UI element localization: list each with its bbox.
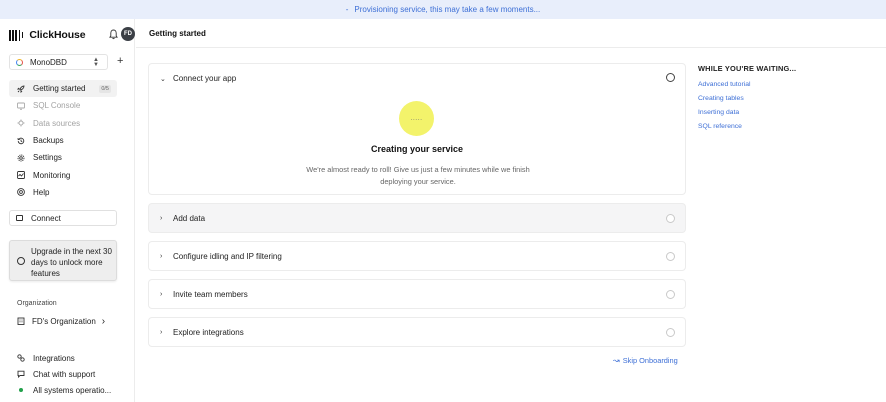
step-invite-team[interactable]: › Invite team members: [148, 279, 686, 309]
banner-dash: -: [345, 5, 349, 14]
main-content: Getting started ⌄ Connect your app .....…: [136, 19, 886, 402]
organization-name: FD's Organization: [32, 316, 96, 326]
chevron-up-down-icon: ▲ ▼: [93, 57, 99, 68]
system-status-link[interactable]: All systems operatio...: [9, 382, 129, 398]
inserting-data-link[interactable]: Inserting data: [698, 108, 848, 122]
connect-button[interactable]: Connect: [9, 210, 117, 226]
gear-icon: [17, 154, 25, 162]
step-status-radio: [666, 252, 675, 261]
step-status-radio: [666, 73, 675, 82]
integrations-icon: [17, 354, 25, 362]
sidebar-item-label: Backups: [33, 136, 64, 146]
sidebar-item-monitoring[interactable]: Monitoring: [9, 166, 117, 183]
step-title: Connect your app: [173, 74, 237, 83]
creating-service-title: Creating your service: [370, 144, 464, 154]
sidebar-item-label: SQL Console: [33, 101, 81, 111]
service-name: MonoDBD: [30, 57, 67, 67]
step-header[interactable]: › Add data: [149, 204, 685, 233]
upgrade-notice[interactable]: Upgrade in the next 30 days to unlock mo…: [9, 240, 117, 281]
provisioning-banner: - Provisioning service, this may take a …: [0, 0, 886, 19]
service-selector[interactable]: MonoDBD ▲ ▼: [9, 54, 108, 70]
connect-label: Connect: [31, 213, 61, 223]
building-icon: [17, 317, 25, 325]
step-add-data[interactable]: › Add data: [148, 203, 686, 233]
clickhouse-logo-icon: [9, 29, 24, 41]
chevron-down-icon: ⌄: [160, 75, 166, 83]
step-status-radio: [666, 214, 675, 223]
creating-service-description: We're almost ready to roll! Give us just…: [306, 165, 530, 186]
chevron-right-icon: ›: [101, 315, 106, 327]
upgrade-text: Upgrade in the next 30 days to unlock mo…: [31, 247, 112, 278]
chevron-right-icon: ›: [160, 253, 163, 260]
connect-icon: [16, 215, 23, 221]
brand-logo[interactable]: ClickHouse FD: [9, 27, 135, 43]
step-header[interactable]: › Configure idling and IP filtering: [149, 242, 685, 271]
sidebar-footer: Integrations Chat with support All syste…: [9, 350, 129, 398]
step-title: Invite team members: [173, 290, 248, 299]
clock-icon: [17, 257, 25, 265]
add-service-button[interactable]: +: [117, 55, 123, 67]
waiting-title: WHILE YOU'RE WAITING...: [698, 64, 797, 73]
step-header[interactable]: › Invite team members: [149, 280, 685, 309]
service-status-icon: [16, 58, 23, 66]
brand-name: ClickHouse: [29, 29, 86, 41]
page-title: Getting started: [149, 29, 206, 38]
step-title: Explore integrations: [173, 328, 244, 337]
monitoring-icon: [17, 171, 25, 180]
waiting-resources: WHILE YOU'RE WAITING... Advanced tutoria…: [698, 64, 848, 136]
sidebar-item-label: Settings: [33, 153, 62, 163]
sidebar-item-settings[interactable]: Settings: [9, 149, 117, 166]
organization-selector[interactable]: FD's Organization ›: [17, 315, 117, 327]
integrations-label: Integrations: [33, 353, 75, 363]
chat-icon: [17, 370, 25, 378]
step-status-radio: [666, 328, 675, 337]
data-sources-icon: [17, 119, 25, 127]
banner-text: Provisioning service, this may take a fe…: [354, 5, 541, 14]
step-status-radio: [666, 290, 675, 299]
progress-badge: 0/5: [99, 84, 111, 93]
sidebar-item-label: Help: [33, 187, 50, 197]
backups-icon: [17, 137, 25, 145]
chevron-right-icon: ›: [160, 291, 163, 298]
skip-icon: ↝: [613, 356, 620, 365]
skip-onboarding-link[interactable]: ↝ Skip Onboarding: [613, 356, 678, 365]
sidebar-nav: Getting started 0/5 SQL Console Data sou…: [9, 80, 117, 201]
rocket-icon: [17, 85, 25, 93]
sidebar-item-getting-started[interactable]: Getting started 0/5: [9, 80, 117, 98]
loading-dots: .....: [410, 114, 423, 122]
sidebar-item-label: Monitoring: [33, 170, 71, 180]
terminal-icon: [17, 102, 25, 110]
step-header[interactable]: › Explore integrations: [149, 318, 685, 347]
chevron-right-icon: ›: [160, 215, 163, 222]
sidebar-item-help[interactable]: Help: [9, 184, 117, 201]
loading-indicator: .....: [399, 101, 434, 136]
help-icon: [17, 188, 25, 197]
chat-support-link[interactable]: Chat with support: [9, 366, 129, 382]
status-dot-icon: [17, 386, 25, 394]
organization-label: Organization: [17, 300, 57, 307]
chat-support-label: Chat with support: [33, 369, 96, 379]
sidebar: ClickHouse FD MonoDBD ▲ ▼ + Getting start…: [0, 19, 135, 402]
step-title: Add data: [173, 214, 206, 223]
chevron-right-icon: ›: [160, 329, 163, 336]
skip-onboarding-label: Skip Onboarding: [622, 356, 678, 365]
page-header: Getting started: [136, 19, 886, 48]
sidebar-item-data-sources[interactable]: Data sources: [9, 115, 117, 132]
step-header[interactable]: ⌄ Connect your app: [149, 64, 685, 93]
advanced-tutorial-link[interactable]: Advanced tutorial: [698, 80, 848, 94]
sidebar-item-label: Getting started: [33, 84, 86, 94]
step-configure-idling[interactable]: › Configure idling and IP filtering: [148, 241, 686, 271]
avatar[interactable]: FD: [121, 27, 135, 41]
sidebar-item-sql-console[interactable]: SQL Console: [9, 97, 117, 114]
creating-tables-link[interactable]: Creating tables: [698, 94, 848, 108]
sidebar-item-backups[interactable]: Backups: [9, 132, 117, 149]
step-connect-app: ⌄ Connect your app ..... Creating your s…: [148, 63, 686, 195]
system-status-label: All systems operatio...: [33, 385, 112, 395]
bell-icon[interactable]: [109, 29, 118, 40]
step-title: Configure idling and IP filtering: [173, 252, 282, 261]
step-explore-integrations[interactable]: › Explore integrations: [148, 317, 686, 347]
integrations-link[interactable]: Integrations: [9, 350, 129, 366]
sidebar-item-label: Data sources: [33, 118, 81, 128]
sql-reference-link[interactable]: SQL reference: [698, 122, 848, 136]
